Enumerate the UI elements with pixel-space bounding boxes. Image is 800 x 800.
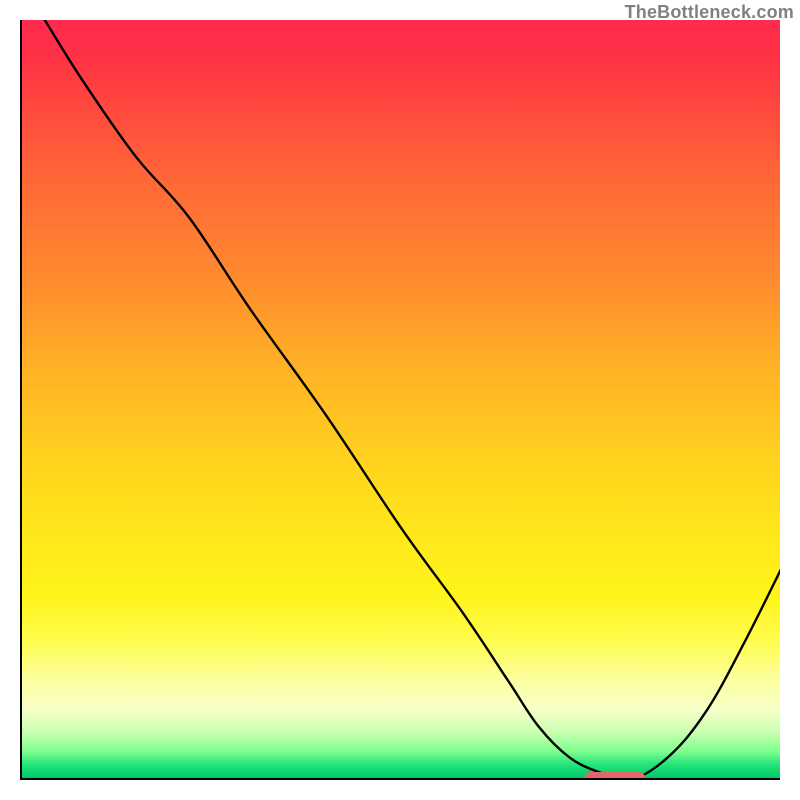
optimum-marker: [584, 772, 645, 780]
curve-svg: [22, 20, 780, 780]
bottleneck-curve-path: [45, 20, 780, 780]
bottleneck-chart: TheBottleneck.com: [0, 0, 800, 800]
plot-area: [20, 20, 780, 780]
